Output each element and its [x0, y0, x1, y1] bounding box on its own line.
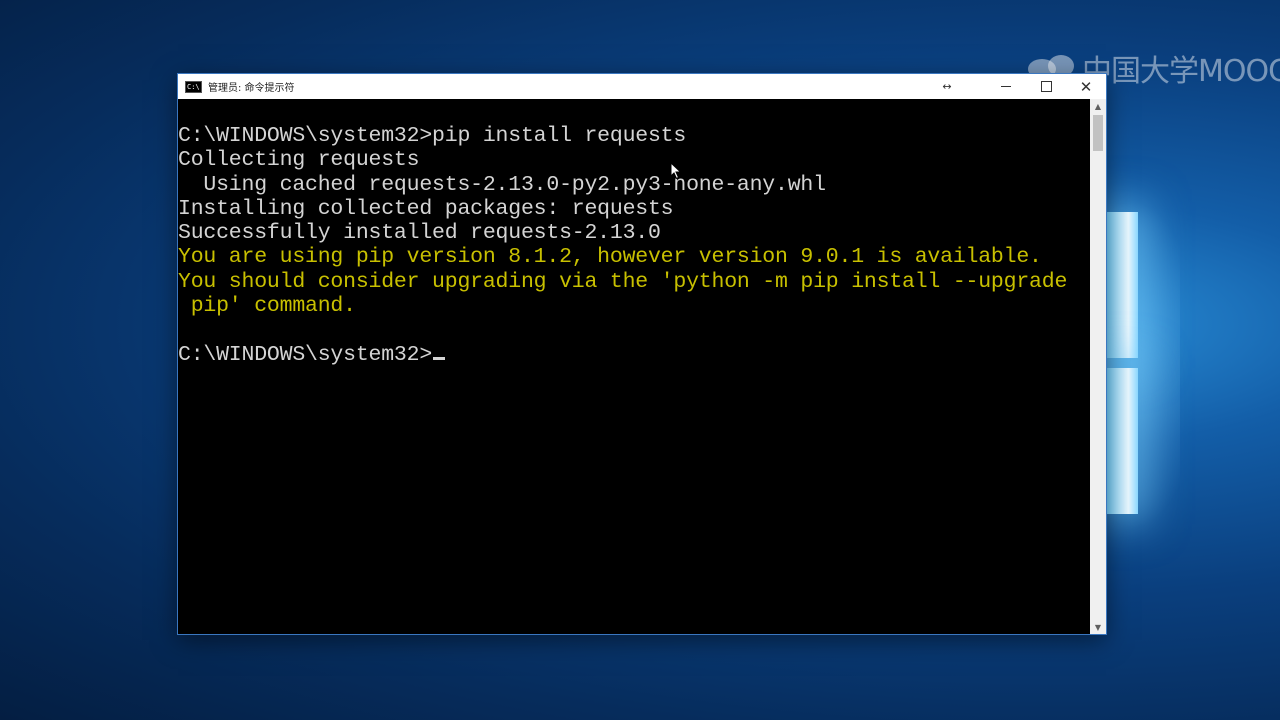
maximize-icon: [1040, 81, 1052, 92]
window-titlebar[interactable]: C:\ 管理员: 命令提示符 ↔ ✕: [178, 74, 1106, 99]
console-line-text: pip' command.: [178, 294, 356, 319]
scroll-down-icon[interactable]: ▼: [1090, 620, 1106, 634]
console-line: C:\WINDOWS\system32>: [178, 343, 1090, 367]
console-line: C:\WINDOWS\system32>pip install requests: [178, 124, 1090, 148]
scroll-up-icon[interactable]: ▲: [1090, 99, 1106, 113]
console-line: Installing collected packages: requests: [178, 197, 1090, 221]
console-line-text: Successfully installed requests-2.13.0: [178, 221, 661, 246]
maximize-button[interactable]: [1026, 74, 1066, 99]
console-line-text: Installing collected packages: requests: [178, 196, 674, 221]
console-line: You should consider upgrading via the 'p…: [178, 270, 1090, 294]
console-line: Collecting requests: [178, 148, 1090, 172]
console-line-text: You are using pip version 8.1.2, however…: [178, 245, 1042, 270]
scrollbar-thumb[interactable]: [1093, 115, 1103, 151]
console-line: pip' command.: [178, 294, 1090, 318]
command-prompt-window[interactable]: C:\ 管理员: 命令提示符 ↔ ✕ C:\WINDOWS\system32>p…: [178, 74, 1106, 634]
mouse-pointer-icon: [670, 162, 682, 180]
console-line-text: Collecting requests: [178, 148, 420, 173]
console-line-text: Using cached requests-2.13.0-py2.py3-non…: [178, 172, 826, 197]
console-scrollbar[interactable]: ▲ ▼: [1090, 99, 1106, 634]
close-icon: ✕: [1079, 77, 1093, 96]
console-line: Using cached requests-2.13.0-py2.py3-non…: [178, 173, 1090, 197]
close-button[interactable]: ✕: [1066, 74, 1106, 99]
window-controls: ↔ ✕: [930, 74, 1106, 99]
minimize-button[interactable]: [986, 74, 1026, 99]
console-line: You are using pip version 8.1.2, however…: [178, 245, 1090, 269]
text-cursor: [433, 356, 446, 360]
windows-logo-pane-top: [1106, 212, 1138, 358]
console-line-text: C:\WINDOWS\system32>: [178, 342, 433, 367]
console-line-text: C:\WINDOWS\system32>pip install requests: [178, 124, 687, 148]
minimize-icon: [1001, 86, 1011, 87]
resize-arrows-icon: ↔: [942, 80, 952, 93]
console-line-text: You should consider upgrading via the 'p…: [178, 269, 1068, 294]
cmd-icon: C:\: [185, 80, 202, 93]
watermark-text: 中国大学MOOC: [1082, 54, 1280, 89]
console-output[interactable]: C:\WINDOWS\system32>pip install requests…: [178, 99, 1090, 634]
window-title: 管理员: 命令提示符: [208, 83, 295, 94]
console-line: Successfully installed requests-2.13.0: [178, 221, 1090, 245]
windows-logo-pane-bottom: [1106, 368, 1138, 514]
